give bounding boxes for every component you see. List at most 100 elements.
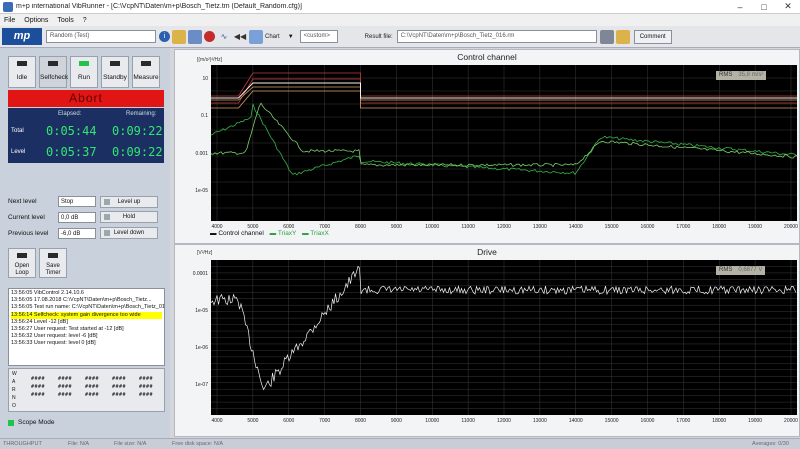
- graph-icon[interactable]: [249, 29, 263, 44]
- minimize-icon[interactable]: –: [728, 2, 752, 12]
- drive-chart-unit: [V²/Hz]: [197, 250, 213, 256]
- rewind-icon[interactable]: ◀◀: [233, 30, 247, 44]
- mode-idle-button[interactable]: Idle: [8, 56, 36, 88]
- legend-label: Control channel: [218, 230, 264, 237]
- folder-icon[interactable]: [172, 29, 186, 44]
- log-entry: 13:56:05 17.08.2018 C:\VcpNT\Daten\m+p\B…: [11, 297, 152, 304]
- mode-standby-button[interactable]: Standby: [101, 56, 129, 88]
- y-tick-label: 1e-05: [195, 187, 208, 194]
- x-tick-label: 19000: [748, 418, 763, 424]
- menu-file[interactable]: File: [4, 17, 15, 24]
- message-log[interactable]: 13:56:05 VibControl 2.14.10.6 13:56:05 17…: [8, 288, 165, 366]
- y-tick-label: 0.001: [195, 150, 208, 157]
- mp-logo: mp: [2, 28, 42, 45]
- x-tick-label: 11000: [461, 418, 475, 424]
- open-loop-button[interactable]: Open Loop: [8, 248, 36, 278]
- arrow-down-icon: [104, 230, 110, 236]
- drive-chart-panel: Drive [V²/Hz] RMS 0,6877 V 0.0001 1e-05 1e-…: [174, 244, 800, 437]
- scope-mode-toggle[interactable]: Scope Mode: [8, 417, 60, 429]
- chevron-down-icon[interactable]: ▼: [284, 30, 298, 44]
- mode-led-icon: [48, 61, 58, 66]
- test-select[interactable]: Random (Test): [46, 30, 156, 43]
- y-tick-label: 0.0001: [192, 271, 208, 277]
- x-tick-label: 11000: [461, 224, 475, 230]
- result-file-label: Result file:: [364, 33, 393, 40]
- menu-help[interactable]: ?: [83, 17, 87, 24]
- result-file-field[interactable]: C:\VcpNT\Daten\m+p\Bosch_Tietz_016.rm: [396, 30, 597, 43]
- menu-bar: File Options Tools ?: [0, 14, 800, 26]
- warno-letter: O: [12, 403, 16, 409]
- log-entry: 13:56:05 VibControl 2.14.10.6: [11, 290, 84, 296]
- x-tick-label: 10000: [425, 224, 440, 230]
- level-label: Level: [11, 149, 26, 155]
- rms-value: 0,6877 V: [738, 267, 763, 273]
- save-icon[interactable]: [599, 29, 614, 44]
- loop-led-icon: [17, 253, 27, 258]
- drive-trace: [210, 265, 797, 391]
- mode-label: Idle: [16, 74, 28, 81]
- stop-icon[interactable]: [204, 31, 215, 42]
- x-tick-label: 17000: [676, 418, 691, 424]
- x-tick-label: 13000: [532, 418, 547, 424]
- previous-level-label: Previous level: [8, 230, 49, 237]
- chart-custom-select[interactable]: <custom>: [299, 30, 338, 43]
- maximize-icon[interactable]: □: [752, 2, 776, 12]
- level-down-button[interactable]: Level down: [100, 227, 158, 239]
- x-tick-label: 4000: [211, 418, 223, 424]
- y-tick-label: 1e-07: [195, 382, 208, 389]
- total-elapsed: 0:05:44: [46, 124, 97, 138]
- warno-status-cell: ####: [85, 376, 100, 382]
- status-throughput: THROUGHPUT: [3, 441, 42, 447]
- warno-status-cell: ####: [85, 384, 100, 390]
- log-entry: 13:56:32 User request: level -6 [dB]: [11, 333, 98, 340]
- x-tick-label: 14000: [568, 418, 583, 424]
- settings-icon[interactable]: [188, 29, 202, 44]
- warno-status-cell: ####: [139, 392, 154, 398]
- drive-chart-title: Drive: [477, 247, 497, 257]
- drive-chart-plot[interactable]: [210, 260, 797, 415]
- save-timer-button[interactable]: Save Timer: [39, 248, 67, 278]
- log-entry: 13:56:24 Level -12 [dB]: [11, 318, 68, 325]
- control-chart-plot[interactable]: [210, 65, 798, 221]
- previous-level-field: -6,0 dB: [58, 228, 96, 239]
- comment-button[interactable]: Comment: [633, 29, 672, 44]
- mode-measure-button[interactable]: Measure: [132, 56, 160, 88]
- drive-rms-badge: RMS 0,6877 V: [716, 266, 766, 275]
- window-title: m+p international VibRunner - [C:\VcpNT\…: [16, 3, 302, 10]
- next-level-field[interactable]: Stop: [58, 196, 96, 207]
- x-tick-label: 12000: [497, 224, 511, 230]
- menu-tools[interactable]: Tools: [57, 17, 73, 24]
- abort-button[interactable]: Abort: [8, 90, 164, 107]
- info-icon[interactable]: i: [159, 31, 170, 42]
- x-tick-label: 9000: [390, 224, 402, 230]
- status-file: File: N/A: [68, 441, 90, 447]
- y-tick-label: 10: [202, 76, 208, 82]
- level-remaining: 0:09:22: [112, 145, 163, 159]
- folder-open-icon[interactable]: [615, 29, 630, 44]
- status-disk-space: Free disk space: N/A: [172, 441, 224, 447]
- x-tick-label: 6000: [283, 418, 295, 424]
- log-entry: 13:56:14 Selfcheck: system gain divergen…: [11, 311, 162, 319]
- warno-status-cell: ####: [31, 384, 46, 390]
- warno-status-cell: ####: [85, 392, 100, 398]
- mode-selfcheck-button[interactable]: Selfcheck: [39, 56, 68, 88]
- x-tick-label: 10000: [425, 418, 440, 424]
- total-label: Total: [11, 128, 24, 134]
- x-tick-label: 19000: [748, 224, 763, 230]
- close-icon[interactable]: ✕: [776, 1, 800, 12]
- log-entry: 13:56:27 User request: Test started at -…: [11, 326, 124, 333]
- x-tick-label: 20000: [784, 418, 798, 424]
- app-icon: [3, 1, 13, 12]
- warno-status-cell: ####: [112, 384, 127, 390]
- control-chart-panel: Control channel [(m/s²)²/Hz] RMS 35,8 m/s…: [174, 49, 800, 244]
- x-tick-label: 16000: [640, 418, 655, 424]
- mode-run-button[interactable]: Run: [70, 56, 98, 88]
- y-tick-label: 1e-05: [195, 308, 208, 315]
- x-tick-label: 13000: [532, 224, 547, 230]
- warno-letter: A: [12, 379, 16, 385]
- level-up-button[interactable]: Level up: [100, 196, 158, 208]
- hold-button[interactable]: Hold: [100, 211, 158, 223]
- warno-status-cell: ####: [139, 384, 154, 390]
- wave-icon[interactable]: ∿: [217, 30, 231, 44]
- menu-options[interactable]: Options: [24, 17, 48, 24]
